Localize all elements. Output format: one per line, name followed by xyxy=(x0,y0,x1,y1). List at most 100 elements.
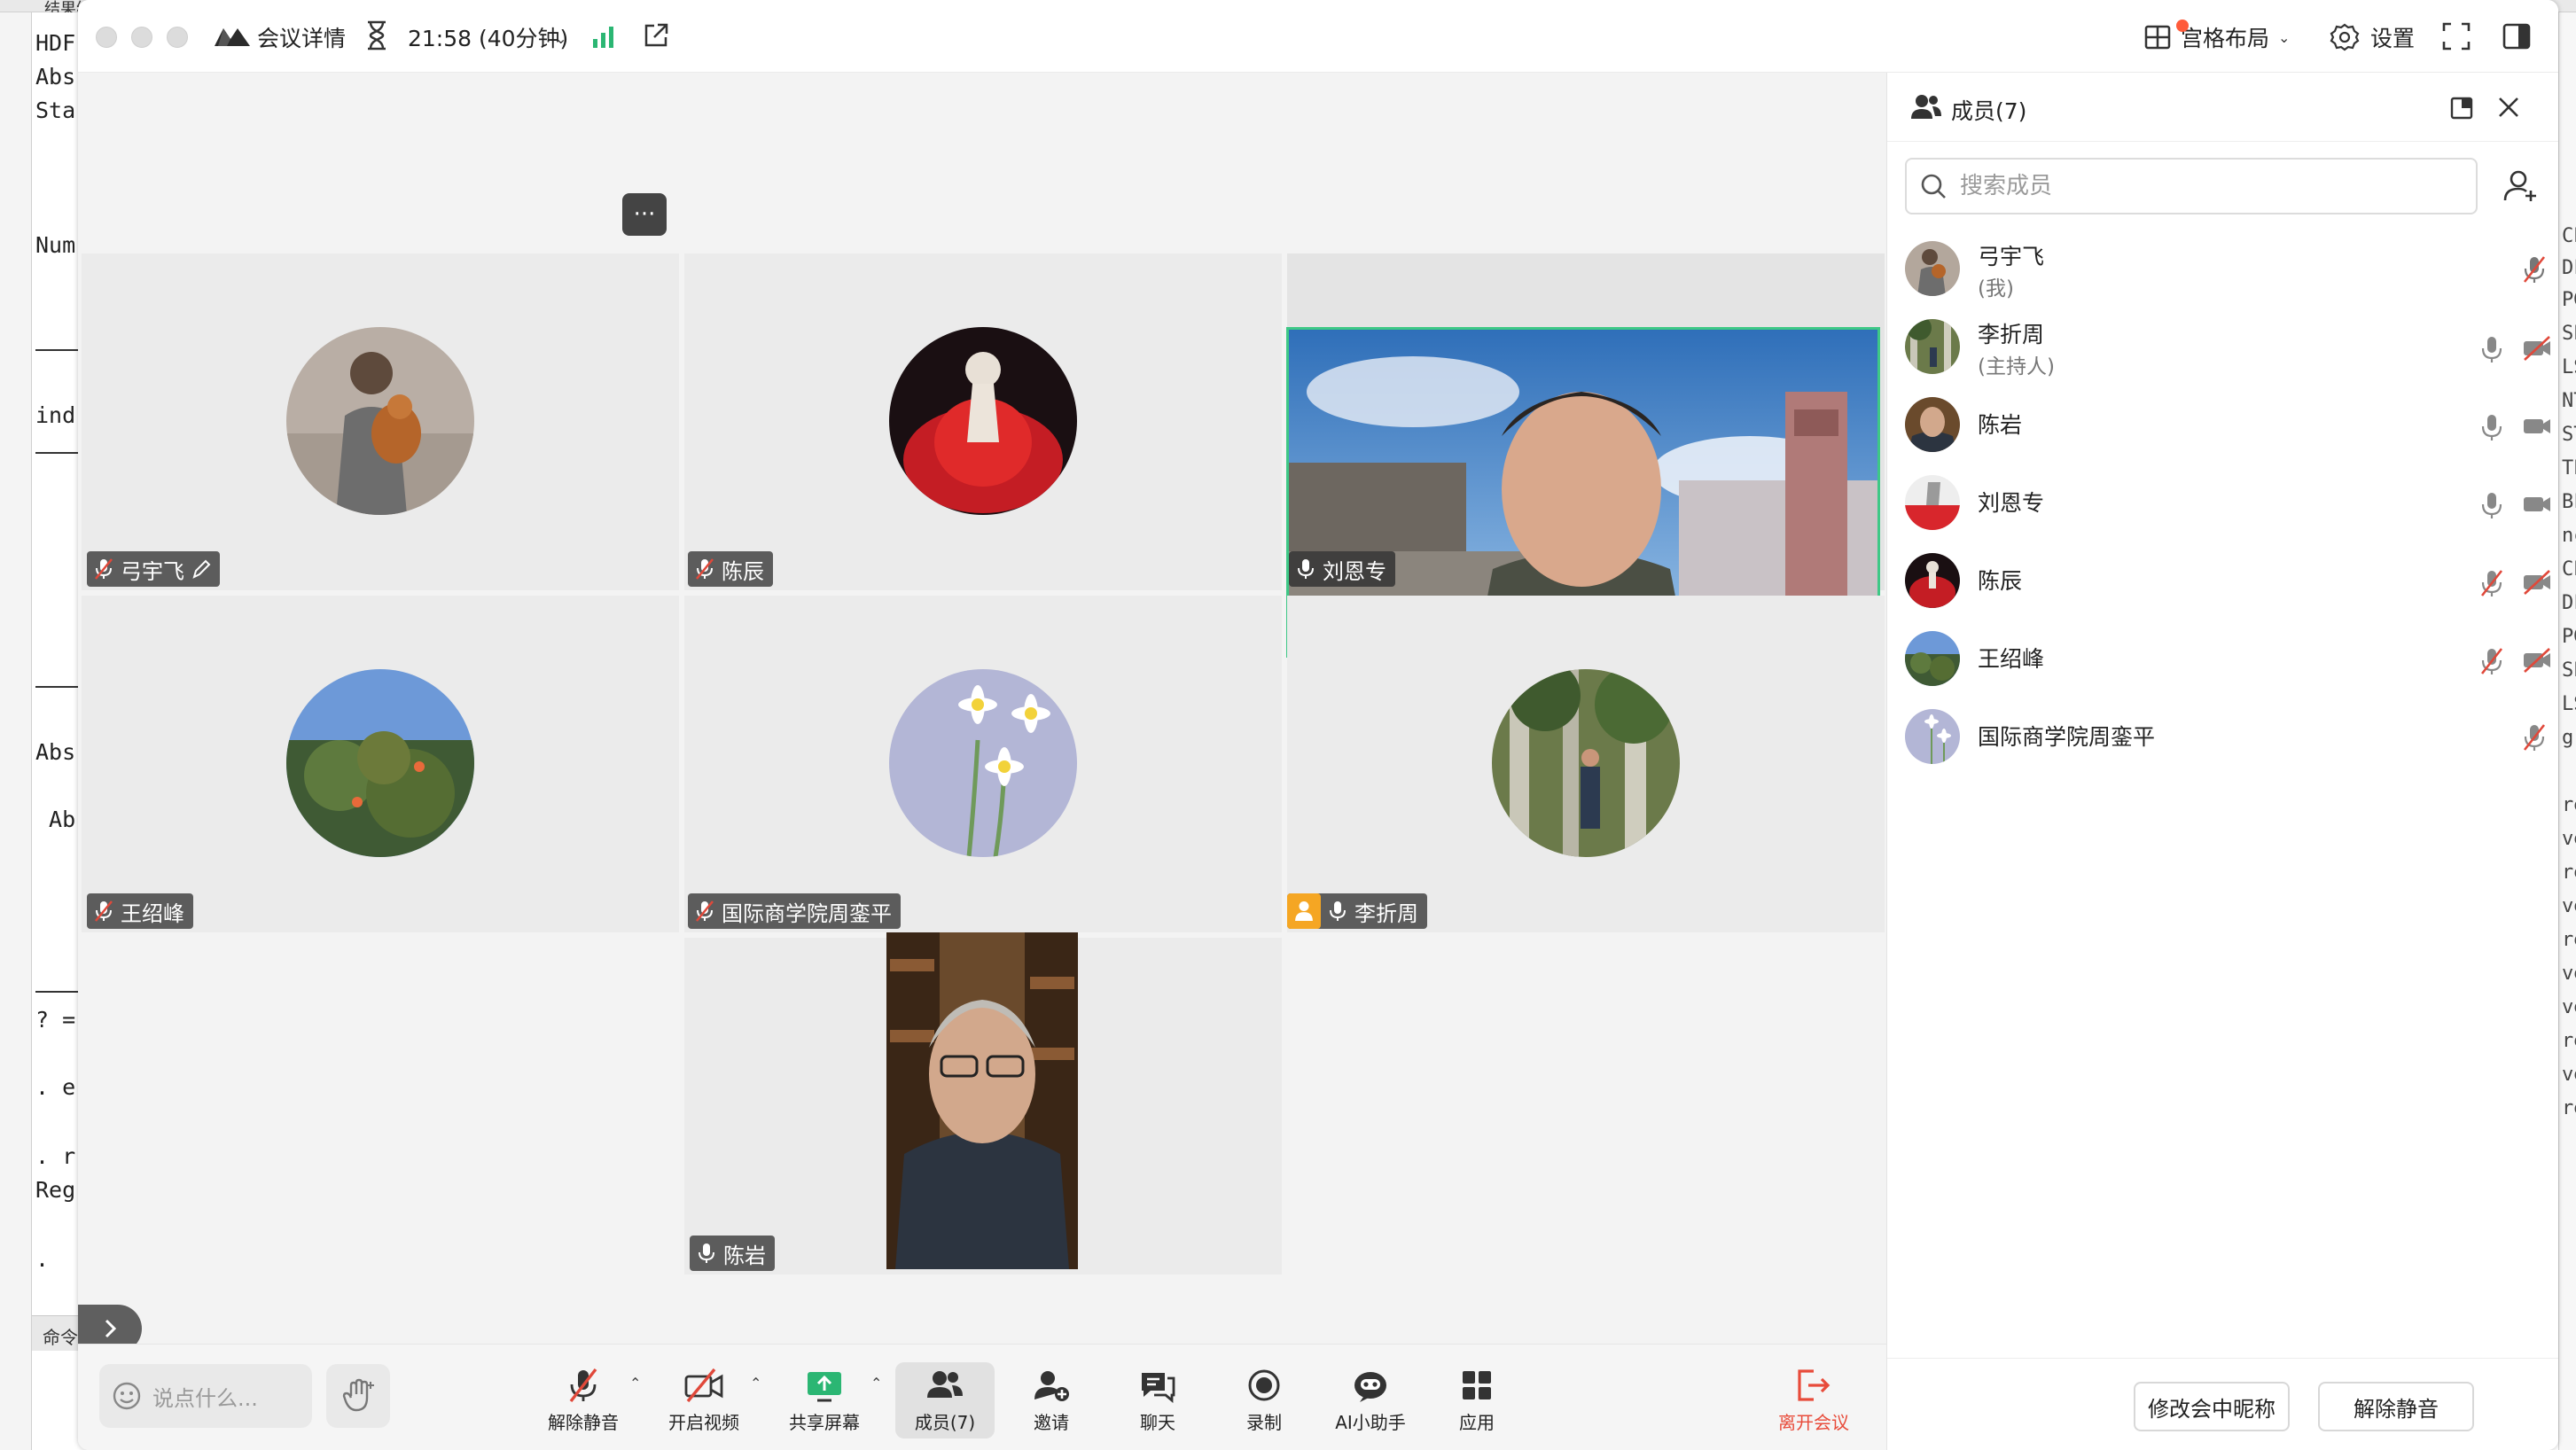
code-line: Reg xyxy=(35,1177,76,1203)
avatar xyxy=(286,669,474,857)
member-row[interactable]: 刘恩专 xyxy=(1887,464,2558,542)
emoji-icon xyxy=(113,1382,141,1410)
avatar xyxy=(889,669,1077,857)
chevron-right-icon xyxy=(105,1319,117,1338)
right-fragment: re xyxy=(2562,794,2576,816)
close-icon[interactable] xyxy=(2495,94,2522,121)
members-label: 成员(7) xyxy=(914,1412,976,1433)
grid-layout-label: 宫格布局 xyxy=(2181,26,2270,51)
record-button[interactable]: 录制 xyxy=(1214,1362,1314,1438)
participant-tile[interactable]: 国际商学院周銮平 xyxy=(684,596,1282,932)
meeting-details-button[interactable]: 会议详情 xyxy=(257,21,346,53)
chat-placeholder: 说点什么... xyxy=(152,1385,258,1411)
leave-meeting-button[interactable]: 离开会议 xyxy=(1764,1362,1863,1438)
camera-icon[interactable] xyxy=(2522,413,2552,440)
mic-icon[interactable] xyxy=(2479,413,2504,441)
ai-assistant-button[interactable]: AI小助手 xyxy=(1321,1362,1420,1438)
zoom-window-button[interactable] xyxy=(167,27,188,48)
settings-button[interactable]: 设置 xyxy=(2330,18,2415,57)
code-line: . xyxy=(35,1246,50,1272)
meeting-duration[interactable]: 21:58 (40分钟) xyxy=(408,21,568,53)
invite-member-button[interactable] xyxy=(2495,161,2545,211)
share-screen-button[interactable]: 共享屏幕 xyxy=(775,1362,874,1438)
code-line: Sta xyxy=(35,97,76,123)
mic-muted-icon[interactable] xyxy=(2522,723,2547,752)
edit-pencil-icon[interactable] xyxy=(191,557,211,581)
code-divider xyxy=(35,452,78,454)
leave-meeting-label: 离开会议 xyxy=(1778,1412,1849,1433)
chevron-up-icon[interactable]: ⌃ xyxy=(870,1375,882,1392)
mic-icon[interactable] xyxy=(2479,335,2504,363)
meeting-logo-icon xyxy=(215,28,250,46)
avatar xyxy=(1905,319,1960,374)
code-line: Ab xyxy=(35,807,76,832)
participant-name: 陈岩 xyxy=(723,1243,766,1268)
sidebar-toggle-icon[interactable] xyxy=(2502,21,2532,51)
member-row[interactable]: 陈岩 xyxy=(1887,386,2558,464)
avatar xyxy=(1905,475,1960,530)
mic-muted-icon xyxy=(95,900,113,922)
avatar xyxy=(1905,709,1960,764)
member-row[interactable]: 国际商学院周銮平 xyxy=(1887,698,2558,776)
mic-muted-icon[interactable] xyxy=(2522,255,2547,284)
member-row[interactable]: 陈辰 xyxy=(1887,542,2558,620)
chevron-down-icon[interactable]: ⌄ xyxy=(555,30,566,47)
mic-icon[interactable] xyxy=(2479,491,2504,519)
chat-button[interactable]: 聊天 xyxy=(1108,1362,1207,1438)
unmute-label: 解除静音 xyxy=(548,1412,619,1433)
record-label: 录制 xyxy=(1246,1412,1282,1433)
mic-muted-icon[interactable] xyxy=(2479,569,2504,597)
popout-window-icon[interactable] xyxy=(2449,94,2476,121)
participant-nametag: 陈岩 xyxy=(690,1236,775,1271)
raise-hand-button[interactable] xyxy=(326,1364,390,1428)
camera-off-icon[interactable] xyxy=(2522,569,2552,596)
settings-label: 设置 xyxy=(2370,26,2416,51)
avatar xyxy=(1492,669,1680,857)
network-signal-icon[interactable] xyxy=(590,23,617,50)
code-line: HDF xyxy=(35,30,76,56)
right-fragment: SE xyxy=(2562,323,2576,345)
member-row[interactable]: 弓宇飞 (我) xyxy=(1887,230,2558,308)
mic-muted-icon xyxy=(95,558,113,580)
members-button[interactable]: 成员(7) xyxy=(895,1362,995,1438)
member-name: 弓宇飞 xyxy=(1978,244,2045,269)
close-window-button[interactable] xyxy=(96,27,117,48)
invite-button[interactable]: 邀请 xyxy=(1002,1362,1101,1438)
more-options-button[interactable]: ··· xyxy=(622,193,667,236)
member-row[interactable]: 王绍峰 xyxy=(1887,620,2558,698)
background-left-gutter xyxy=(0,12,32,1450)
chevron-up-icon[interactable]: ⌃ xyxy=(629,1375,641,1392)
participant-tile[interactable]: 弓宇飞 xyxy=(82,253,679,590)
invite-label: 邀请 xyxy=(1034,1412,1069,1433)
unmute-button[interactable]: 解除静音 xyxy=(534,1362,633,1438)
code-divider xyxy=(35,686,78,688)
camera-icon[interactable] xyxy=(2522,491,2552,518)
gear-icon xyxy=(2330,23,2360,51)
fullscreen-icon[interactable] xyxy=(2441,21,2471,51)
quick-chat-input[interactable]: 说点什么... xyxy=(99,1364,312,1428)
right-fragment: LS xyxy=(2562,693,2576,715)
chevron-up-icon[interactable]: ⌃ xyxy=(750,1375,761,1392)
members-icon xyxy=(927,1371,963,1398)
add-person-icon xyxy=(1034,1371,1069,1401)
start-video-button[interactable]: 开启视频 xyxy=(654,1362,753,1438)
camera-off-icon[interactable] xyxy=(2522,647,2552,674)
mic-muted-icon[interactable] xyxy=(2479,647,2504,675)
participant-tile[interactable]: 李折周 xyxy=(1287,596,1885,932)
member-row[interactable]: 李折周 (主持人) xyxy=(1887,308,2558,386)
right-fragment: ve xyxy=(2562,1064,2576,1086)
participant-tile[interactable]: 王绍峰 xyxy=(82,596,679,932)
external-link-icon[interactable] xyxy=(642,21,670,50)
rename-button[interactable]: 修改会中昵称 xyxy=(2134,1382,2290,1431)
grid-layout-button[interactable]: 宫格布局 ⌄ xyxy=(2143,18,2290,57)
member-search-box[interactable] xyxy=(1905,158,2478,214)
camera-off-icon[interactable] xyxy=(2522,335,2552,362)
chevron-down-icon: ⌄ xyxy=(2278,28,2291,46)
unmute-self-button[interactable]: 解除静音 xyxy=(2318,1382,2474,1431)
host-badge xyxy=(1287,893,1321,929)
apps-button[interactable]: 应用 xyxy=(1427,1362,1526,1438)
participant-tile[interactable]: 陈辰 xyxy=(684,253,1282,590)
member-search-input[interactable] xyxy=(1960,173,2456,199)
minimize-window-button[interactable] xyxy=(131,27,152,48)
right-fragment: re xyxy=(2562,1097,2576,1119)
